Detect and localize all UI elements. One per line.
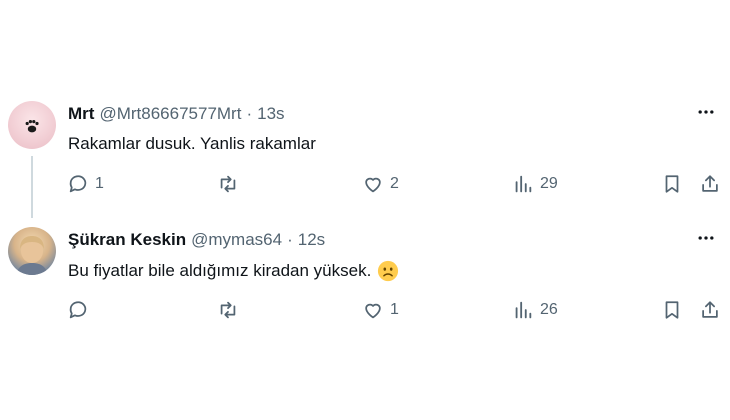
timestamp[interactable]: 13s (257, 104, 284, 124)
views-icon (515, 301, 532, 319)
reply-icon (69, 301, 87, 319)
views-button[interactable]: 26 (512, 298, 558, 322)
bookmark-button[interactable] (661, 298, 683, 322)
retweet-icon (220, 301, 236, 319)
tweet-actions: 1 2 29 (0, 172, 730, 196)
bookmark-button[interactable] (661, 172, 683, 196)
views-button[interactable]: 29 (512, 172, 558, 196)
like-count: 2 (390, 175, 399, 192)
tweet-header: Mrt @Mrt86667577Mrt · 13s (68, 104, 285, 124)
more-button[interactable] (694, 100, 718, 124)
tweet-text-content: Bu fiyatlar bile aldığımız kiradan yükse… (68, 261, 372, 280)
more-button[interactable] (694, 226, 718, 250)
views-count: 26 (540, 301, 558, 318)
tweet-text: Bu fiyatlar bile aldığımız kiradan yükse… (68, 260, 399, 282)
avatar[interactable] (8, 227, 56, 275)
more-icon (698, 236, 714, 240)
tweet-actions: 1 26 (0, 298, 730, 322)
author-handle[interactable]: @mymas64 (191, 230, 282, 250)
share-button[interactable] (699, 298, 721, 322)
bookmark-icon (665, 301, 679, 319)
views-count: 29 (540, 175, 558, 192)
tweet-header: Şükran Keskin @mymas64 · 12s (68, 230, 325, 250)
tweet-text: Rakamlar dusuk. Yanlis rakamlar (68, 134, 316, 154)
tweet-text-content: Rakamlar dusuk. Yanlis rakamlar (68, 134, 316, 153)
reply-count: 1 (95, 175, 104, 192)
author-name[interactable]: Mrt (68, 104, 94, 124)
frowning-face-emoji (378, 260, 399, 282)
like-icon (365, 303, 381, 319)
bookmark-icon (665, 175, 679, 193)
retweet-button[interactable] (217, 172, 245, 196)
reply-button[interactable] (67, 298, 95, 322)
paw-print-icon (25, 120, 39, 133)
share-icon (702, 175, 718, 192)
like-count: 1 (390, 301, 399, 318)
views-icon (515, 175, 532, 193)
author-name[interactable]: Şükran Keskin (68, 230, 186, 250)
more-icon (698, 110, 714, 114)
avatar[interactable] (8, 101, 56, 149)
like-icon (365, 177, 381, 193)
retweet-button[interactable] (217, 298, 245, 322)
reply-icon (69, 175, 87, 193)
reply-button[interactable]: 1 (67, 172, 104, 196)
like-button[interactable]: 2 (362, 172, 399, 196)
share-icon (702, 301, 718, 318)
separator: · (287, 230, 293, 249)
share-button[interactable] (699, 172, 721, 196)
author-handle[interactable]: @Mrt86667577Mrt (99, 104, 241, 124)
separator: · (246, 104, 253, 123)
retweet-icon (220, 175, 236, 193)
profile-photo (16, 236, 48, 275)
like-button[interactable]: 1 (362, 298, 399, 322)
timestamp[interactable]: 12s (298, 230, 325, 250)
